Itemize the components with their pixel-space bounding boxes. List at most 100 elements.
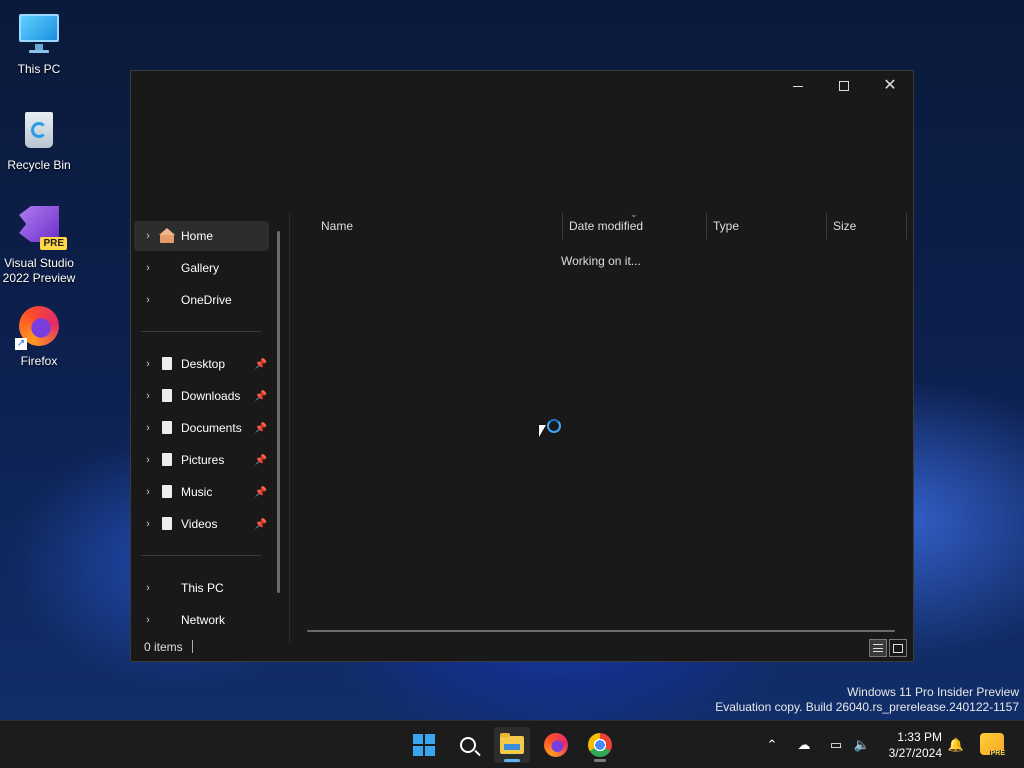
desktop-icon-visual-studio[interactable]: PRE Visual Studio 2022 Preview — [0, 204, 78, 286]
nav-item-label: Network — [181, 613, 226, 627]
chevron-right-icon[interactable]: › — [137, 422, 159, 434]
copilot-button[interactable]: PRE — [980, 733, 1006, 757]
nav-item-label: Downloads — [181, 389, 241, 403]
chevron-right-icon[interactable]: › — [137, 262, 159, 274]
nav-item-documents[interactable]: › Documents 📌 — [134, 413, 269, 443]
nav-item-desktop[interactable]: › Desktop 📌 — [134, 349, 269, 379]
home-icon — [159, 228, 177, 244]
nav-item-label: Home — [181, 229, 214, 243]
chevron-up-icon: ⌃ — [766, 737, 778, 752]
file-explorer-window: ✕ › Home › Gallery › OneDrive › Desktop … — [130, 70, 914, 662]
taskbar: ⌃ ☁ ▭ 🔈 1:33 PM 3/27/2024 🔔 PRE — [0, 720, 1024, 768]
taskbar-firefox[interactable] — [538, 727, 574, 763]
nav-item-label: Gallery — [181, 261, 220, 275]
nav-item-onedrive[interactable]: › OneDrive — [134, 285, 269, 315]
minimize-button[interactable] — [775, 71, 821, 101]
volume-tray-button[interactable]: 🔈 — [850, 721, 874, 768]
nav-scrollbar[interactable] — [277, 231, 280, 593]
firefox-icon — [544, 733, 568, 757]
desktop-icon-label: This PC — [17, 62, 61, 76]
bell-icon: 🔔 — [947, 737, 965, 752]
nav-item-downloads[interactable]: › Downloads 📌 — [134, 381, 269, 411]
chrome-icon — [588, 733, 612, 757]
nav-item-label: This PC — [181, 581, 224, 595]
pin-icon: 📌 — [254, 518, 267, 530]
pane-divider[interactable] — [289, 213, 290, 643]
navigation-pane: › Home › Gallery › OneDrive › Desktop 📌 … — [131, 213, 289, 633]
nav-item-label: OneDrive — [181, 293, 232, 307]
desktop-icon-firefox[interactable]: ↗ Firefox — [0, 302, 78, 369]
chevron-right-icon[interactable]: › — [137, 486, 159, 498]
nav-item-home[interactable]: › Home — [134, 221, 269, 251]
nav-item-this-pc[interactable]: › This PC — [134, 573, 269, 603]
nav-item-videos[interactable]: › Videos 📌 — [134, 509, 269, 539]
show-hidden-icons-button[interactable]: ⌃ — [760, 721, 784, 768]
running-indicator — [594, 759, 606, 762]
evaluation-watermark: Windows 11 Pro Insider Preview Evaluatio… — [715, 685, 1019, 715]
start-button[interactable] — [406, 727, 442, 763]
desktop-icon-label: Visual Studio 2022 Preview — [2, 256, 76, 285]
taskbar-chrome[interactable] — [582, 727, 618, 763]
file-explorer-icon — [500, 733, 524, 754]
close-icon: ✕ — [883, 77, 897, 94]
nav-item-label: Pictures — [181, 453, 225, 467]
chevron-right-icon[interactable]: › — [137, 614, 159, 626]
recycle-bin-icon — [15, 106, 63, 154]
onedrive-tray-button[interactable]: ☁ — [792, 721, 816, 768]
taskbar-file-explorer[interactable] — [494, 727, 530, 763]
chevron-right-icon[interactable]: › — [137, 582, 159, 594]
watermark-line: Evaluation copy. Build 26040.rs_prerelea… — [715, 700, 1019, 714]
tiles-view-button[interactable] — [889, 639, 907, 657]
clock-time: 1:33 PM — [897, 730, 942, 744]
pin-icon: 📌 — [254, 486, 267, 498]
chevron-right-icon[interactable]: › — [137, 358, 159, 370]
clock-date: 3/27/2024 — [888, 746, 942, 760]
desktop-icon-this-pc[interactable]: This PC — [0, 10, 78, 77]
chevron-right-icon[interactable]: › — [137, 230, 159, 242]
nav-item-music[interactable]: › Music 📌 — [134, 477, 269, 507]
file-icon — [159, 516, 177, 532]
nav-item-label: Music — [181, 485, 213, 499]
sort-caret-icon: ⌄ — [630, 209, 638, 219]
chevron-right-icon[interactable]: › — [137, 454, 159, 466]
watermark-line: Windows 11 Pro Insider Preview — [847, 685, 1019, 699]
pin-icon: 📌 — [254, 454, 267, 466]
maximize-button[interactable] — [821, 71, 867, 101]
busy-spinner-icon — [547, 419, 561, 433]
notifications-button[interactable]: 🔔 — [944, 721, 968, 768]
search-button[interactable] — [450, 727, 486, 763]
title-bar[interactable]: ✕ — [131, 71, 913, 101]
minimize-icon — [793, 85, 803, 87]
status-divider — [192, 640, 193, 653]
mouse-cursor-icon — [539, 425, 546, 437]
pin-icon: 📌 — [254, 358, 267, 370]
desktop-icon-recycle-bin[interactable]: Recycle Bin — [0, 106, 78, 173]
nav-divider — [141, 555, 261, 556]
column-header-type[interactable]: Type — [707, 213, 827, 239]
monitor-icon — [15, 10, 63, 58]
clock[interactable]: 1:33 PM 3/27/2024 — [878, 729, 942, 761]
maximize-icon — [839, 81, 849, 91]
search-icon — [460, 737, 476, 753]
pre-badge: PRE — [989, 750, 1006, 757]
pin-icon: 📌 — [254, 422, 267, 434]
nav-item-label: Videos — [181, 517, 218, 531]
nav-item-label: Desktop — [181, 357, 226, 371]
chevron-right-icon[interactable]: › — [137, 518, 159, 530]
column-header-size[interactable]: Size — [827, 213, 907, 239]
details-view-button[interactable] — [869, 639, 887, 657]
nav-divider — [141, 331, 261, 332]
nav-item-gallery[interactable]: › Gallery — [134, 253, 269, 283]
file-icon — [159, 484, 177, 500]
network-icon: ▭ — [829, 737, 843, 752]
file-icon — [159, 420, 177, 436]
chevron-right-icon[interactable]: › — [137, 294, 159, 306]
nav-item-label: Documents — [181, 421, 242, 435]
desktop-icon-label: Firefox — [20, 354, 58, 368]
visual-studio-icon: PRE — [15, 204, 67, 252]
chevron-right-icon[interactable]: › — [137, 390, 159, 402]
network-tray-button[interactable]: ▭ — [824, 721, 848, 768]
column-header-name[interactable]: Name — [315, 213, 563, 239]
nav-item-pictures[interactable]: › Pictures 📌 — [134, 445, 269, 475]
close-button[interactable]: ✕ — [867, 71, 913, 101]
